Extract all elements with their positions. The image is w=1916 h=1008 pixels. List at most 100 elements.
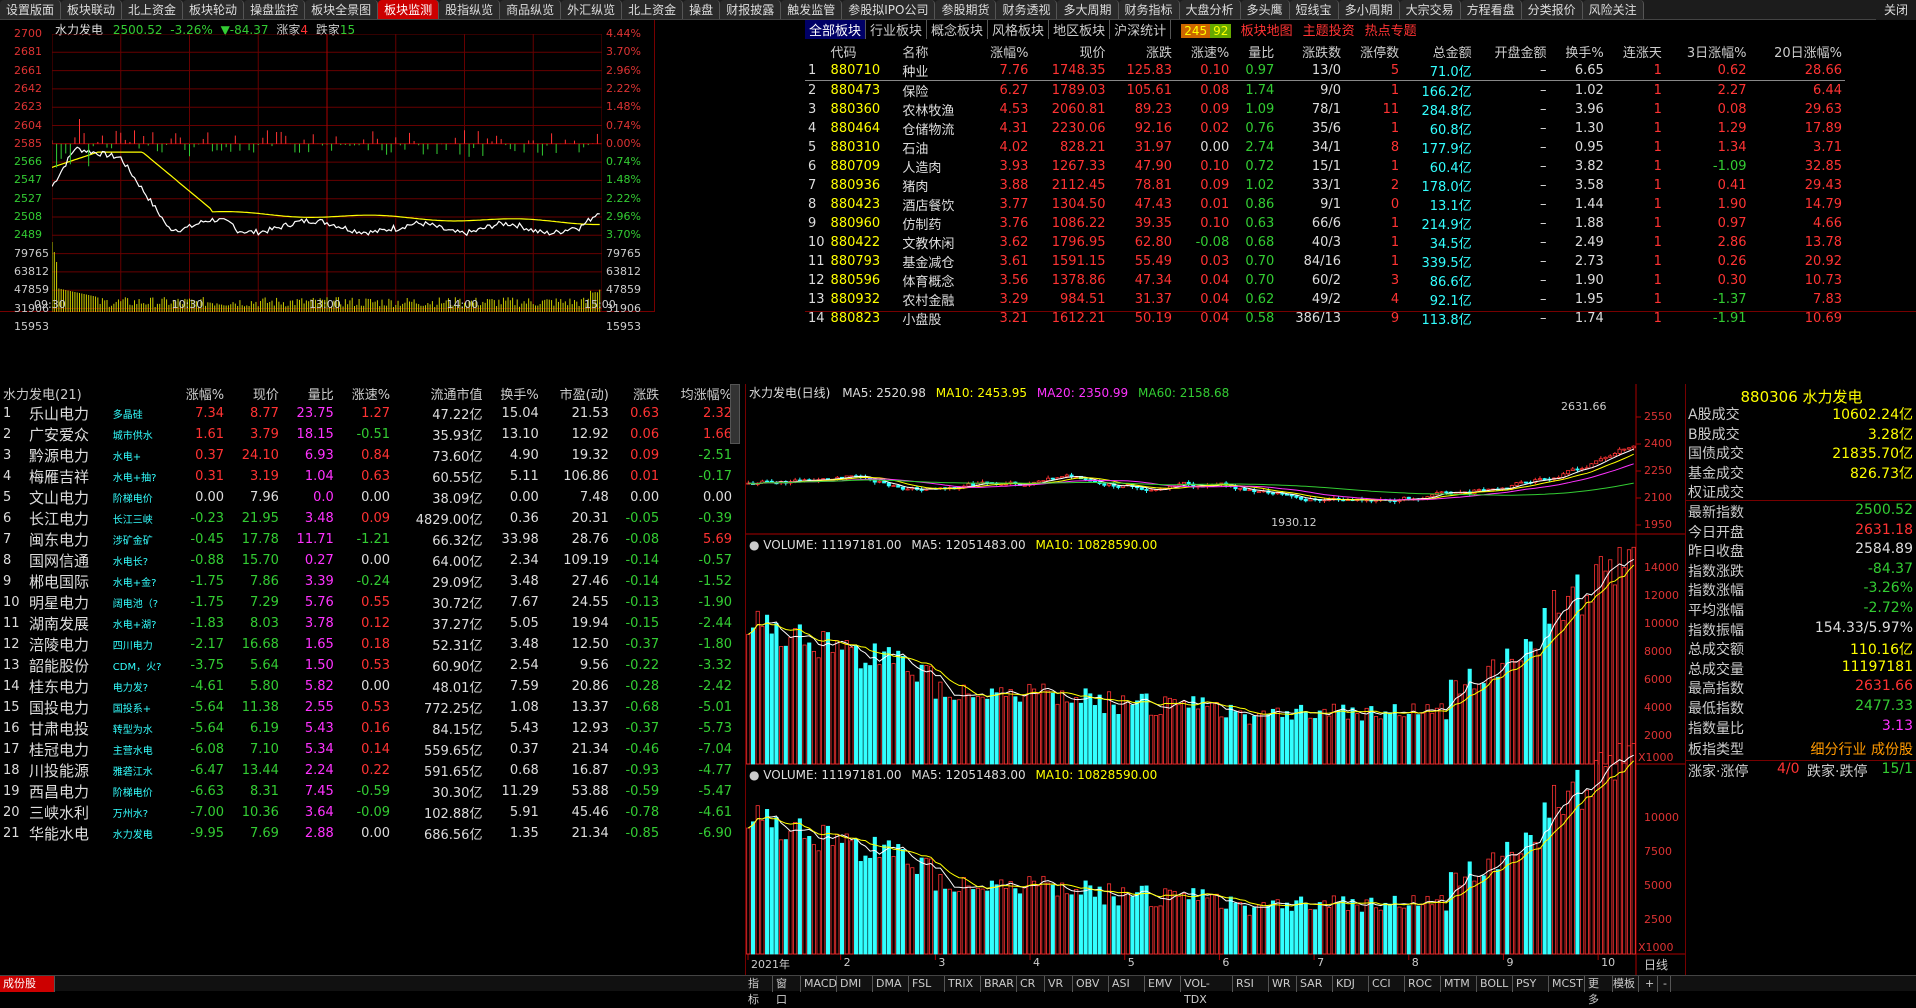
sector-col-header[interactable]: 涨跌 [1109, 42, 1175, 61]
top-tab[interactable]: 财务指标 [1118, 0, 1180, 19]
indicator-tab[interactable]: ASI [1109, 976, 1145, 992]
sector-col-header[interactable]: 涨停数 [1344, 42, 1402, 61]
top-tab[interactable]: 财务透视 [996, 0, 1058, 19]
sector-row[interactable]: 2 880473 保险 6.27 1789.03 105.61 0.08 1.74 9/0 1 16… [805, 81, 1845, 100]
stock-row[interactable]: 7 闽东电力 涉矿金矿 -0.45 17.78 11.71 -1.21 66.32亿 33.98… [0, 529, 735, 550]
indicator-tab[interactable]: OBV [1073, 976, 1109, 992]
stock-row[interactable]: 3 黔源电力 水电+ 0.37 24.10 6.93 0.84 73.60亿 4.90 19.32… [0, 445, 735, 466]
sector-col-header[interactable]: 开盘金额 [1475, 42, 1550, 61]
stock-row[interactable]: 4 梅雁吉祥 水电+抽? 0.31 3.19 1.04 0.63 60.55亿 5.11 106.… [0, 466, 735, 487]
indicator-tab[interactable]: WR [1269, 976, 1297, 992]
top-tab[interactable]: 股指纵览 [439, 0, 501, 19]
stock-row[interactable]: 10 明星电力 阔电池（? -1.75 7.29 5.76 0.55 30.72亿 7.67 24… [0, 592, 735, 613]
template-button[interactable]: 模板 [1610, 976, 1639, 992]
top-tab[interactable]: 方程看盘 [1460, 0, 1522, 19]
stock-row[interactable]: 1 乐山电力 多晶硅 7.34 8.77 23.75 1.27 47.22亿 15.04 21.5… [0, 403, 735, 424]
top-tab[interactable]: 触发监管 [781, 0, 843, 19]
indicator-tab[interactable]: KDJ [1333, 976, 1369, 992]
top-tab[interactable]: 板块监测 [378, 0, 440, 19]
stock-row[interactable]: 12 涪陵电力 四川电力 -2.17 16.68 1.65 0.18 52.31亿 3.48 12… [0, 634, 735, 655]
sector-col-header[interactable]: 换手% [1550, 42, 1607, 61]
top-tab[interactable]: 多小周期 [1338, 0, 1400, 19]
stock-row[interactable]: 2 广安爱众 城市供水 1.61 3.79 18.15 -0.51 35.93亿 13.10 12… [0, 424, 735, 445]
top-tab[interactable]: 板块轮动 [183, 0, 245, 19]
sector-row[interactable]: 13 880932 农村金融 3.29 984.51 31.37 0.04 0.62 49/2 4… [805, 290, 1845, 309]
stock-col-header[interactable]: 市盈(动) [542, 384, 612, 403]
top-tab[interactable]: 多大周期 [1057, 0, 1119, 19]
sector-link[interactable]: 主题投资 [1298, 20, 1360, 39]
sector-row[interactable]: 4 880464 仓储物流 4.31 2230.06 92.16 0.02 0.76 35/6 1… [805, 119, 1845, 138]
top-tab[interactable]: 大盘分析 [1179, 0, 1241, 19]
stock-col-header[interactable]: 流通市值 [393, 384, 485, 403]
stock-row[interactable]: 8 国网信通 水电长? -0.88 15.70 0.27 0.00 64.00亿 2.34 109… [0, 550, 735, 571]
indicator-tab[interactable]: CR [1017, 976, 1045, 992]
top-tab[interactable]: 操盘监控 [244, 0, 306, 19]
top-tab[interactable]: 板块全景图 [305, 0, 379, 19]
stock-row[interactable]: 15 国投电力 国投系+ -5.64 11.38 2.55 0.53 772.25亿 1.08 1… [0, 697, 735, 718]
indicator-tab[interactable]: VOL-TDX [1181, 976, 1233, 1006]
top-tab[interactable]: 北上资金 [622, 0, 684, 19]
zoom-in-button[interactable]: + [1642, 976, 1659, 992]
sector-row[interactable]: 10 880422 文教休闲 3.62 1796.95 62.80 -0.08 0.68 40/… [805, 233, 1845, 252]
sector-row[interactable]: 8 880423 酒店餐饮 3.77 1304.50 47.43 0.01 0.86 9/1 0 1… [805, 195, 1845, 214]
top-tab[interactable]: 大宗交易 [1399, 0, 1461, 19]
top-tab[interactable]: 短线宝 [1289, 0, 1339, 19]
sector-col-header[interactable] [805, 42, 828, 61]
sector-col-header[interactable]: 涨跌数 [1277, 42, 1344, 61]
sector-row[interactable]: 5 880310 石油 4.02 828.21 31.97 0.00 2.74 34/1 8 177… [805, 138, 1845, 157]
sector-col-header[interactable]: 涨幅% [974, 42, 1031, 61]
indicator-tab[interactable]: ROC [1405, 976, 1441, 992]
stock-row[interactable]: 19 西昌电力 阶梯电价 -6.63 8.31 7.45 -0.59 30.30亿 11.29 5… [0, 781, 735, 802]
top-tab[interactable]: 操盘 [683, 0, 721, 19]
sector-tab[interactable]: 沪深统计 [1110, 20, 1172, 39]
top-tab[interactable]: 外汇纵览 [561, 0, 623, 19]
top-tab[interactable]: 财报披露 [720, 0, 782, 19]
stock-row[interactable]: 21 华能水电 水力发电 -9.95 7.69 2.88 0.00 686.56亿 1.35 21… [0, 823, 735, 844]
stock-row[interactable]: 11 湖南发展 水电+湖? -1.83 8.03 3.78 0.12 37.27亿 5.05 19… [0, 613, 735, 634]
sector-tab[interactable]: 概念板块 [927, 20, 989, 39]
stock-row[interactable]: 18 川投能源 雅砻江水 -6.47 13.44 2.24 0.22 591.65亿 0.68 1… [0, 760, 735, 781]
stock-row[interactable]: 13 韶能股份 CDM，火? -3.75 5.64 1.50 0.53 60.90亿 2.54 9… [0, 655, 735, 676]
sector-row[interactable]: 3 880360 农林牧渔 4.53 2060.81 89.23 0.09 1.09 78/1 1… [805, 100, 1845, 119]
indicator-tab[interactable]: PSY [1513, 976, 1549, 992]
sector-row[interactable]: 9 880960 仿制药 3.76 1086.22 39.35 0.10 0.63 66/6 1 2… [805, 214, 1845, 233]
stock-row[interactable]: 9 郴电国际 水电+金? -1.75 7.86 3.39 -0.24 29.09亿 3.48 27… [0, 571, 735, 592]
top-tab[interactable]: 参股期货 [935, 0, 997, 19]
stock-col-header[interactable]: 换手% [485, 384, 541, 403]
top-tab[interactable]: 北上资金 [122, 0, 184, 19]
sector-col-header[interactable]: 总金额 [1402, 42, 1475, 61]
indicator-tab[interactable]: CCI [1369, 976, 1405, 992]
sector-col-header[interactable]: 代码 [828, 42, 900, 61]
stock-row[interactable]: 17 桂冠电力 主营水电 -6.08 7.10 5.34 0.14 559.65亿 0.37 21… [0, 739, 735, 760]
stock-col-header[interactable]: 涨跌 [612, 384, 662, 403]
top-tab[interactable]: 多头鹰 [1240, 0, 1290, 19]
sector-tab[interactable]: 风格板块 [988, 20, 1050, 39]
sector-row[interactable]: 1 880710 种业 7.76 1748.35 125.83 0.10 0.97 13/0 5 7… [805, 61, 1845, 81]
stock-col-header[interactable]: 现价 [227, 384, 282, 403]
indicator-tab[interactable]: MACD [801, 976, 837, 992]
info-type-value[interactable]: 细分行业 成份股 [1811, 739, 1913, 759]
indicator-tab[interactable]: DMA [873, 976, 909, 992]
sector-tab[interactable]: 全部板块 [805, 20, 867, 39]
sector-row[interactable]: 12 880596 体育概念 3.56 1378.86 47.34 0.04 0.70 60/2… [805, 271, 1845, 290]
sector-col-header[interactable]: 量比 [1232, 42, 1277, 61]
sector-col-header[interactable]: 涨速% [1175, 42, 1232, 61]
indicator-tab[interactable]: BOLL [1477, 976, 1513, 992]
indicator-tab[interactable]: 指标 [745, 976, 773, 1006]
sector-tab[interactable]: 行业板块 [866, 20, 928, 39]
sector-link[interactable]: 板块地图 [1236, 20, 1298, 39]
indicator-tab[interactable]: TRIX [945, 976, 981, 992]
top-tab[interactable]: 参股拟IPO公司 [842, 0, 936, 19]
indicator-tab[interactable]: EMV [1145, 976, 1181, 992]
indicator-tab[interactable]: BRAR [981, 976, 1017, 992]
zoom-out-button[interactable]: - [1660, 976, 1671, 992]
stock-col-header[interactable]: 涨速% [337, 384, 393, 403]
top-tab[interactable]: 设置版面 [0, 0, 62, 19]
close-window-button[interactable]: 关闭 [1876, 0, 1916, 20]
stock-col-header[interactable]: 均涨幅% [662, 384, 735, 403]
indicator-tab[interactable]: MCST [1549, 976, 1585, 992]
period-label[interactable]: 日线 [1644, 956, 1668, 973]
stock-row[interactable]: 16 甘肃电投 转型为水 -5.64 6.19 5.43 0.16 84.15亿 5.43 12.… [0, 718, 735, 739]
top-tab[interactable]: 板块联动 [61, 0, 123, 19]
stock-col-header[interactable]: 量比 [282, 384, 337, 403]
